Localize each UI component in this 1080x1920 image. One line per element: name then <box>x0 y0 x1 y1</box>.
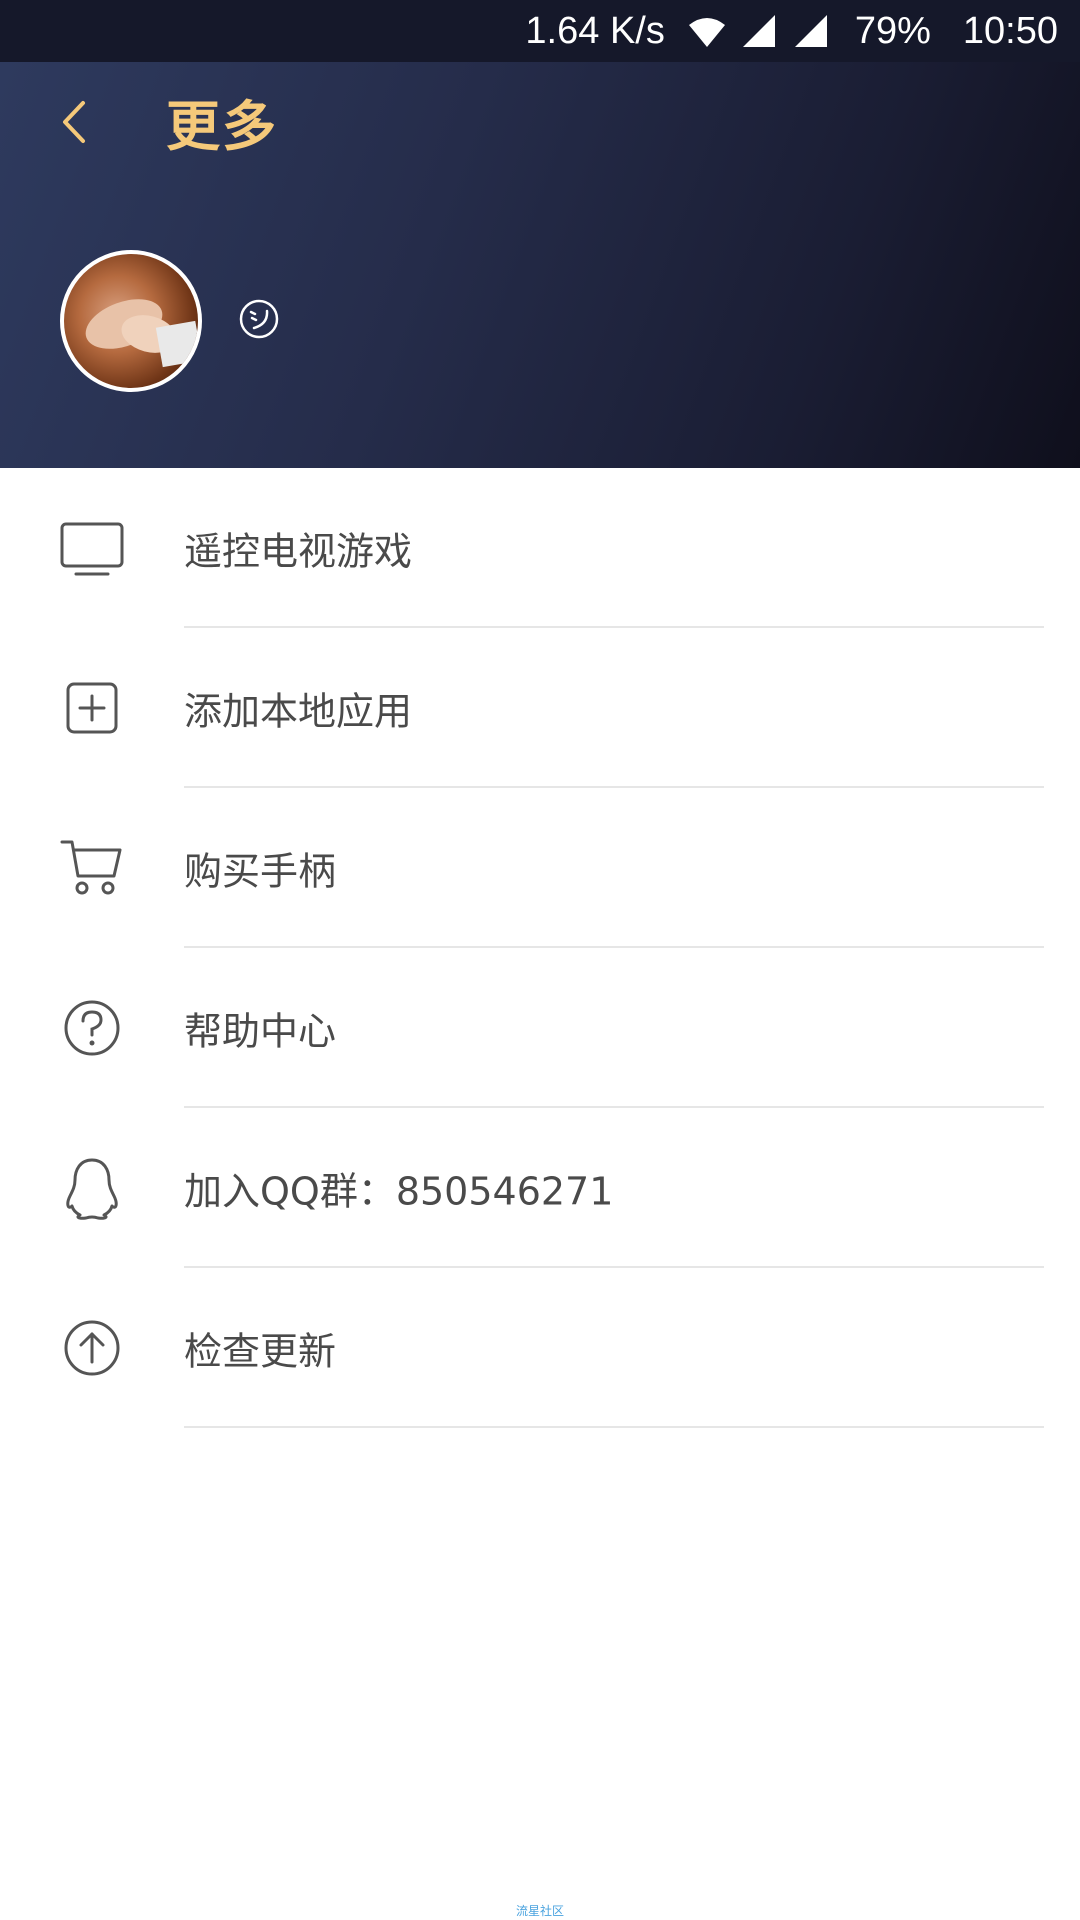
cart-icon <box>60 840 122 895</box>
profile-header: 更多 <box>0 62 1080 468</box>
menu-list: 遥控电视游戏 添加本地应用 购买手柄 帮助中心 加入QQ群：850546271 … <box>0 468 1080 1428</box>
chevron-left-icon <box>63 101 85 143</box>
menu-item-label: 添加本地应用 <box>184 689 413 734</box>
battery-level: 79% <box>854 9 931 52</box>
menu-item-tv-remote[interactable]: 遥控电视游戏 <box>0 468 1080 628</box>
clock: 10:50 <box>962 9 1058 52</box>
menu-item-label: 检查更新 <box>184 1329 337 1374</box>
menu-item-label: 购买手柄 <box>184 849 337 894</box>
signal-icon <box>794 15 827 47</box>
smile-icon[interactable] <box>238 298 280 340</box>
menu-item-buy-controller[interactable]: 购买手柄 <box>0 788 1080 948</box>
menu-item-join-qq-group[interactable]: 加入QQ群：850546271 <box>0 1108 1080 1268</box>
back-button[interactable] <box>48 92 100 152</box>
status-bar: 1.64 K/s 79% 10:50 <box>0 0 1080 62</box>
divider <box>184 1426 1044 1428</box>
add-square-icon <box>66 682 118 734</box>
menu-item-check-update[interactable]: 检查更新 <box>0 1268 1080 1428</box>
help-icon <box>64 1000 120 1056</box>
menu-item-label: 加入QQ群：850546271 <box>184 1169 614 1214</box>
avatar-image <box>85 299 198 368</box>
signal-icon <box>742 15 775 47</box>
wifi-icon <box>688 18 725 47</box>
menu-item-add-local-app[interactable]: 添加本地应用 <box>0 628 1080 788</box>
qq-icon <box>66 1158 118 1220</box>
menu-item-help-center[interactable]: 帮助中心 <box>0 948 1080 1108</box>
network-speed: 1.64 K/s <box>525 9 665 52</box>
user-avatar[interactable] <box>60 250 202 392</box>
tv-icon <box>60 522 124 576</box>
menu-item-label: 帮助中心 <box>184 1009 337 1054</box>
upload-icon <box>64 1320 120 1376</box>
page-title: 更多 <box>166 95 278 158</box>
menu-item-label: 遥控电视游戏 <box>184 529 413 574</box>
watermark: 流星社区 <box>515 1904 564 1918</box>
